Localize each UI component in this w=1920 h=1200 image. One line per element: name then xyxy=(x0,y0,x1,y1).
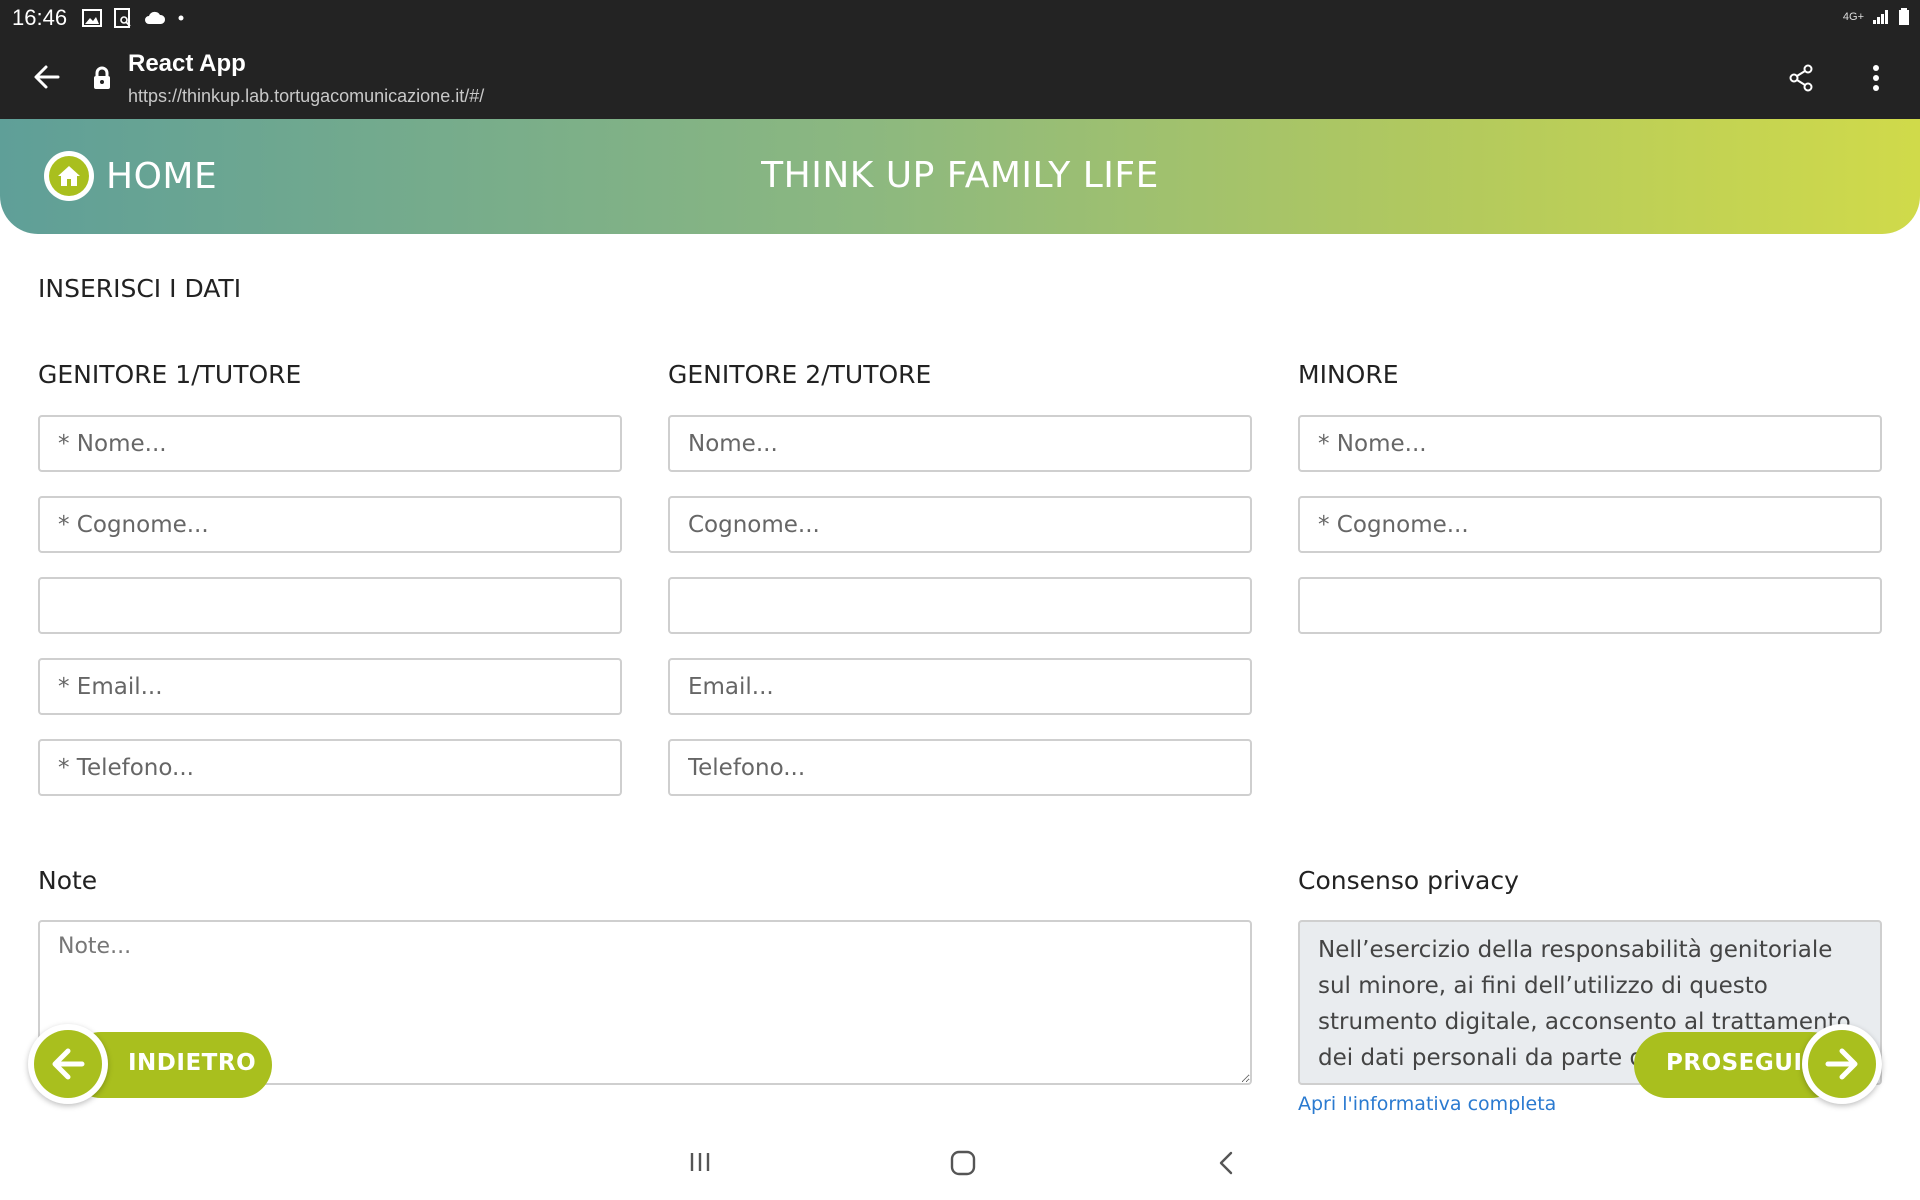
genitore1-date-input[interactable] xyxy=(38,577,622,634)
next-circle xyxy=(1802,1024,1882,1104)
column-title: MINORE xyxy=(1298,360,1399,389)
back-nav-icon[interactable] xyxy=(1216,1150,1236,1176)
network-type: 4G+ xyxy=(1842,11,1864,23)
page-title: React App xyxy=(128,50,246,77)
column-minore: MINORE xyxy=(1298,360,1882,658)
image-icon xyxy=(82,9,102,27)
status-notification-icons xyxy=(82,8,184,28)
home-nav-icon[interactable] xyxy=(950,1150,976,1176)
minore-cognome-input[interactable] xyxy=(1298,496,1882,553)
genitore2-nome-input[interactable] xyxy=(668,415,1252,472)
signal-icon xyxy=(1873,10,1888,24)
genitore2-cognome-input[interactable] xyxy=(668,496,1252,553)
browser-toolbar: React App https://thinkup.lab.tortugacom… xyxy=(0,36,1920,119)
address-url[interactable]: https://thinkup.lab.tortugacomunicazione… xyxy=(128,86,484,107)
back-button[interactable]: INDIETRO xyxy=(28,1024,272,1104)
column-genitore-1: GENITORE 1/TUTORE xyxy=(38,360,622,820)
privacy-link[interactable]: Apri l'informativa completa xyxy=(1298,1093,1556,1115)
more-vert-icon[interactable] xyxy=(1872,64,1880,92)
genitore1-email-input[interactable] xyxy=(38,658,622,715)
genitore2-date-input[interactable] xyxy=(668,577,1252,634)
screenshot-icon xyxy=(114,8,131,28)
genitore1-nome-input[interactable] xyxy=(38,415,622,472)
genitore1-cognome-input[interactable] xyxy=(38,496,622,553)
note-title: Note xyxy=(38,866,98,895)
cloud-icon xyxy=(145,11,166,24)
lock-icon xyxy=(94,66,110,89)
next-button[interactable]: PROSEGUI xyxy=(1634,1024,1888,1104)
battery-icon xyxy=(1899,8,1909,25)
arrow-left-icon xyxy=(52,1048,85,1080)
status-time: 16:46 xyxy=(12,5,68,30)
section-title: INSERISCI I DATI xyxy=(38,274,242,303)
back-label: INDIETRO xyxy=(128,1050,257,1076)
genitore2-email-input[interactable] xyxy=(668,658,1252,715)
dot-icon xyxy=(178,15,184,21)
app-title: THINK UP FAMILY LIFE xyxy=(761,155,1159,196)
minore-date-input[interactable] xyxy=(1298,577,1882,634)
status-bar: 16:46 4G+ xyxy=(0,0,1920,36)
privacy-title: Consenso privacy xyxy=(1298,866,1519,895)
column-title: GENITORE 1/TUTORE xyxy=(38,360,302,389)
system-nav-bar xyxy=(0,1140,1920,1200)
back-circle xyxy=(28,1024,108,1104)
share-icon[interactable] xyxy=(1788,64,1814,92)
status-system-icons: 4G+ xyxy=(1843,8,1910,26)
column-genitore-2: GENITORE 2/TUTORE xyxy=(668,360,1252,820)
genitore2-telefono-input[interactable] xyxy=(668,739,1252,796)
app-header: HOME THINK UP FAMILY LIFE xyxy=(0,119,1920,234)
minore-nome-input[interactable] xyxy=(1298,415,1882,472)
genitore1-telefono-input[interactable] xyxy=(38,739,622,796)
back-arrow-icon[interactable] xyxy=(32,62,62,92)
next-label: PROSEGUI xyxy=(1666,1050,1803,1076)
recent-apps-icon[interactable] xyxy=(688,1150,712,1174)
column-title: GENITORE 2/TUTORE xyxy=(668,360,932,389)
arrow-right-icon xyxy=(1825,1048,1858,1080)
